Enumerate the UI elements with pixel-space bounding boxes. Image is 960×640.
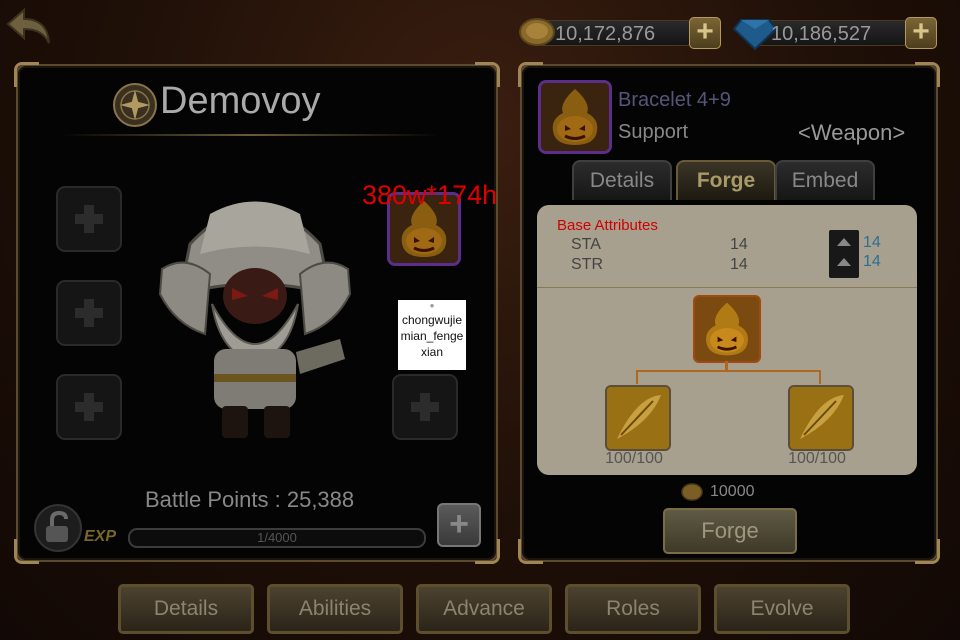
gold-coin-icon xyxy=(681,483,703,501)
material-count: 100/100 xyxy=(605,450,663,467)
forge-cost: 10000 xyxy=(680,482,755,502)
nav-roles-button[interactable]: Roles xyxy=(565,584,701,634)
card-divider xyxy=(537,287,917,288)
plus-icon xyxy=(75,393,103,421)
broken-image-icon: ● xyxy=(429,301,435,310)
panel-corner xyxy=(915,539,940,564)
upgrade-arrows-box xyxy=(829,230,859,278)
panel-corner xyxy=(475,62,500,87)
compass-emblem-icon xyxy=(113,83,157,127)
equipment-icon xyxy=(538,80,612,154)
stat-value: 14 xyxy=(730,256,748,273)
exp-text: 1/4000 xyxy=(257,530,297,545)
hero-name: Demovoy xyxy=(160,80,321,122)
base-attributes-label: Base Attributes xyxy=(557,217,658,234)
nav-advance-button[interactable]: Advance xyxy=(416,584,552,634)
equipment-name: Bracelet 4+9 xyxy=(618,89,731,111)
gold-coin-icon xyxy=(519,18,555,46)
equipment-slot-empty[interactable] xyxy=(56,280,122,346)
equipment-slot-empty[interactable] xyxy=(56,186,122,252)
stat-value: 14 xyxy=(730,236,748,253)
title-divider xyxy=(60,134,440,136)
gem-value: 10,186,527 xyxy=(771,23,872,45)
panel-corner xyxy=(14,62,39,87)
up-arrow-icon xyxy=(837,258,851,266)
stat-upgrade-value: 14 xyxy=(863,253,881,270)
stat-name: STA xyxy=(571,236,601,253)
forge-result-item[interactable] xyxy=(693,295,761,363)
equipment-slot-empty[interactable] xyxy=(56,374,122,440)
back-arrow-icon[interactable] xyxy=(6,6,52,46)
forge-button[interactable]: Forge xyxy=(663,508,797,554)
add-gems-button[interactable]: + xyxy=(905,17,937,49)
nav-abilities-button[interactable]: Abilities xyxy=(267,584,403,634)
equipment-slot-empty[interactable] xyxy=(392,374,458,440)
forge-cost-value: 10000 xyxy=(710,483,755,500)
tree-connector xyxy=(636,370,638,384)
forge-card: Base Attributes STA 14 STR 14 14 14 100/… xyxy=(537,205,917,475)
stat-name: STR xyxy=(571,256,603,273)
golden-feather-icon xyxy=(607,387,669,449)
forge-material-2[interactable] xyxy=(788,385,854,451)
exp-progress-bar: 1/4000 xyxy=(128,528,426,548)
unlock-icon xyxy=(46,510,68,542)
plus-icon xyxy=(75,205,103,233)
gold-counter: 10,172,876 + xyxy=(517,16,723,49)
add-gold-button[interactable]: + xyxy=(689,17,721,49)
forge-material-1[interactable] xyxy=(605,385,671,451)
equipment-slot-type: <Weapon> xyxy=(798,120,906,145)
add-exp-button[interactable]: + xyxy=(437,503,481,547)
exp-label: EXP xyxy=(84,528,117,545)
missing-image-placeholder: ● chongwujiemian_fengexian xyxy=(398,300,466,370)
golden-feather-icon xyxy=(790,387,852,449)
plus-icon xyxy=(411,393,439,421)
flame-pumpkin-icon xyxy=(695,297,759,361)
placeholder-text: chongwujiemian_fengexian xyxy=(400,313,464,359)
equipment-role: Support xyxy=(618,121,689,143)
panel-corner xyxy=(518,539,543,564)
battle-points: Battle Points : 25,388 xyxy=(145,487,355,512)
unlock-button[interactable] xyxy=(34,504,82,552)
material-count: 100/100 xyxy=(788,450,846,467)
flame-pumpkin-icon xyxy=(541,83,609,151)
tree-connector xyxy=(636,370,819,372)
panel-corner xyxy=(915,62,940,87)
up-arrow-icon xyxy=(837,238,851,246)
plus-icon xyxy=(75,299,103,327)
dimension-annotation: 380w*174h xyxy=(362,180,498,210)
nav-details-button[interactable]: Details xyxy=(118,584,254,634)
gold-value: 10,172,876 xyxy=(555,23,656,45)
tab-forge[interactable]: Forge xyxy=(676,160,776,200)
gem-counter: 10,186,527 + xyxy=(733,16,939,50)
tree-connector xyxy=(819,370,821,384)
nav-evolve-button[interactable]: Evolve xyxy=(714,584,850,634)
tab-embed[interactable]: Embed xyxy=(775,160,875,200)
tab-details[interactable]: Details xyxy=(572,160,672,200)
hero-character-sprite xyxy=(158,201,352,438)
stat-upgrade-value: 14 xyxy=(863,234,881,251)
